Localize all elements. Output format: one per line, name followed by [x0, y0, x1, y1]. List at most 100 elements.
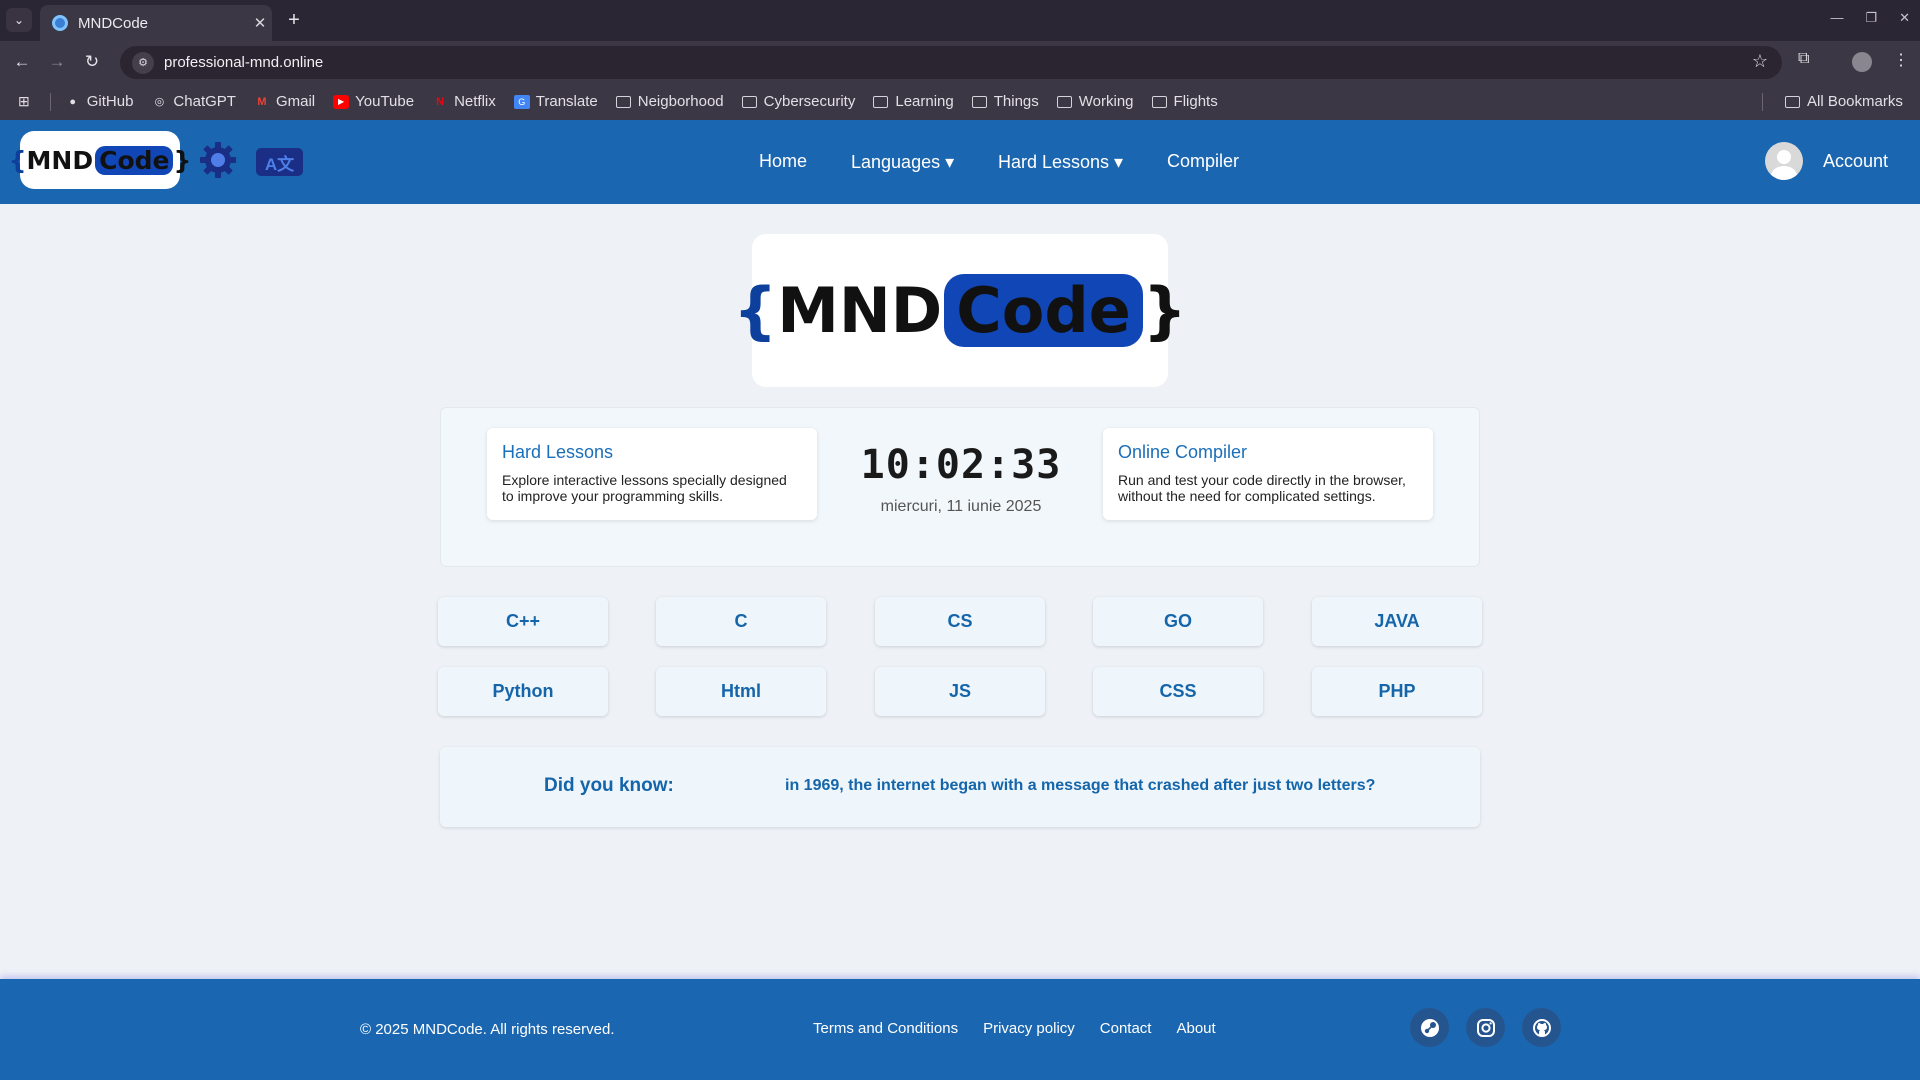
did-you-know-label: Did you know: [544, 775, 674, 796]
site-footer: © 2025 MNDCode. All rights reserved. Ter… [0, 979, 1920, 1080]
language-button-c[interactable]: C [656, 597, 826, 646]
extensions-icon[interactable]: ⧉ [1798, 50, 1809, 68]
hero-logo: { MND Code } [733, 234, 1187, 387]
tab-title: MNDCode [78, 14, 149, 32]
folder-icon [1151, 95, 1167, 108]
footer-link-contact[interactable]: Contact [1100, 1020, 1152, 1037]
header-logo[interactable]: { MND Code } [9, 131, 191, 189]
hard-lessons-desc: Explore interactive lessons specially de… [502, 472, 787, 504]
site-info-icon[interactable]: ⚙ [132, 51, 154, 74]
bookmark-folder-neigborhood[interactable]: Neigborhood [615, 93, 724, 110]
bookmark-youtube[interactable]: ▶ YouTube [333, 93, 414, 110]
bookmarks-divider [1762, 92, 1763, 111]
nav-compiler[interactable]: Compiler [1167, 151, 1239, 172]
hero-brace-open: { [733, 274, 778, 347]
account-label: Account [1822, 150, 1888, 171]
bookmarks-bar: ⊞ ● GitHub ◎ ChatGPT M Gmail ▶ YouTube N Netf… [0, 83, 1920, 120]
nav-hard-lessons[interactable]: Hard Lessons ▾ [998, 152, 1123, 173]
apps-grid-icon[interactable]: ⊞ [18, 93, 30, 110]
bookmarks-divider [49, 92, 51, 111]
browser-tabbar: ⌄ MNDCode ✕ + — ❐ ✕ [0, 0, 1920, 41]
bookmark-folder-flights[interactable]: Flights [1151, 93, 1218, 110]
logo-mnd: MND [26, 145, 94, 175]
language-button-js[interactable]: JS [875, 667, 1045, 716]
instagram-icon[interactable] [1466, 1008, 1505, 1047]
language-button-cs[interactable]: CS [875, 597, 1045, 646]
footer-link-terms[interactable]: Terms and Conditions [813, 1020, 958, 1037]
clock: 10:02:33 miercuri, 11 iunie 2025 [821, 442, 1101, 516]
logo-text: { MND Code } [9, 145, 191, 175]
hero-logo-text: { MND Code } [733, 274, 1187, 347]
bookmark-folder-working[interactable]: Working [1056, 93, 1134, 110]
site-favicon-icon [52, 15, 68, 31]
back-icon[interactable]: ← [10, 50, 34, 74]
bookmark-folder-things[interactable]: Things [971, 93, 1039, 110]
close-window-icon[interactable]: ✕ [1899, 10, 1910, 26]
all-bookmarks[interactable]: All Bookmarks [1785, 93, 1903, 110]
github-icon: ● [69, 95, 77, 108]
footer-link-privacy[interactable]: Privacy policy [983, 1020, 1075, 1037]
bookmark-netflix[interactable]: N Netflix [432, 93, 496, 110]
folder-icon [1056, 95, 1072, 108]
did-you-know-box: Did you know: in 1969, the internet bega… [440, 747, 1480, 827]
language-button-html[interactable]: Html [656, 667, 826, 716]
forward-icon[interactable]: → [45, 50, 69, 74]
language-button-php[interactable]: PHP [1312, 667, 1482, 716]
translate-icon: G [513, 94, 530, 109]
nav-languages[interactable]: Languages ▾ [851, 152, 954, 173]
copyright: © 2025 MNDCode. All rights reserved. [360, 1021, 615, 1038]
bookmark-chatgpt[interactable]: ◎ ChatGPT [151, 93, 236, 110]
info-panel: Hard Lessons Explore interactive lessons… [440, 407, 1480, 567]
reload-icon[interactable]: ↻ [80, 50, 104, 74]
clock-date: miercuri, 11 iunie 2025 [880, 498, 1042, 515]
account-menu[interactable]: Account [1764, 142, 1888, 180]
browser-menu-icon[interactable]: ⋮ [1893, 50, 1909, 70]
folder-icon [971, 95, 987, 108]
profile-avatar-icon[interactable] [1852, 52, 1872, 72]
netflix-icon: N [436, 95, 445, 108]
hero-code: Code [944, 274, 1143, 347]
folder-icon [741, 95, 757, 108]
restore-icon[interactable]: ❐ [1865, 10, 1877, 26]
nav-home[interactable]: Home [759, 151, 807, 172]
hard-lessons-title: Hard Lessons [502, 442, 614, 462]
did-you-know-text: in 1969, the internet began with a messa… [785, 777, 1376, 794]
site-header: { MND Code } A文 Home Languages ▾ Hard Le… [0, 120, 1920, 204]
social-links [1410, 1008, 1561, 1047]
url-text: professional-mnd.online [164, 54, 324, 71]
online-compiler-card[interactable]: Online Compiler Run and test your code d… [1103, 428, 1433, 520]
bookmark-folder-cybersecurity[interactable]: Cybersecurity [741, 93, 855, 110]
bookmark-folder-learning[interactable]: Learning [873, 93, 954, 110]
language-button-go[interactable]: GO [1093, 597, 1263, 646]
bookmark-github[interactable]: ● GitHub [65, 93, 133, 110]
online-compiler-title: Online Compiler [1118, 442, 1248, 462]
bookmark-gmail[interactable]: M Gmail [254, 93, 315, 110]
bookmark-translate[interactable]: G Translate [513, 93, 598, 110]
language-toggle-button[interactable]: A文 [256, 148, 303, 176]
steam-icon[interactable] [1410, 1008, 1449, 1047]
language-button-python[interactable]: Python [438, 667, 608, 716]
github-icon[interactable] [1522, 1008, 1561, 1047]
tab-list-button[interactable]: ⌄ [6, 8, 32, 32]
address-bar[interactable]: ⚙ professional-mnd.online ☆ [120, 46, 1782, 79]
language-button-css[interactable]: CSS [1093, 667, 1263, 716]
new-tab-button[interactable]: + [281, 8, 307, 32]
minimize-icon[interactable]: — [1830, 10, 1843, 26]
youtube-icon: ▶ [333, 94, 350, 109]
hero-mnd: MND [777, 274, 943, 347]
footer-link-about[interactable]: About [1176, 1020, 1215, 1037]
footer-links: Terms and Conditions Privacy policy Cont… [813, 1020, 1216, 1037]
gmail-icon: M [257, 95, 267, 108]
theme-toggle-gear-icon[interactable] [198, 140, 238, 180]
folder-icon [615, 95, 631, 108]
language-button-cpp[interactable]: C++ [438, 597, 608, 646]
tab-close-icon[interactable]: ✕ [248, 14, 272, 32]
bookmark-star-icon[interactable]: ☆ [1752, 51, 1768, 72]
hard-lessons-card[interactable]: Hard Lessons Explore interactive lessons… [487, 428, 817, 520]
browser-toolbar: ← → ↻ ⚙ professional-mnd.online ☆ ⧉ ⋮ [0, 41, 1920, 83]
browser-tab[interactable]: MNDCode ✕ [40, 5, 272, 41]
hero-brace-close: } [1142, 274, 1187, 347]
window-controls: — ❐ ✕ [1830, 10, 1910, 26]
clock-time: 10:02:33 [860, 442, 1062, 488]
language-button-java[interactable]: JAVA [1312, 597, 1482, 646]
